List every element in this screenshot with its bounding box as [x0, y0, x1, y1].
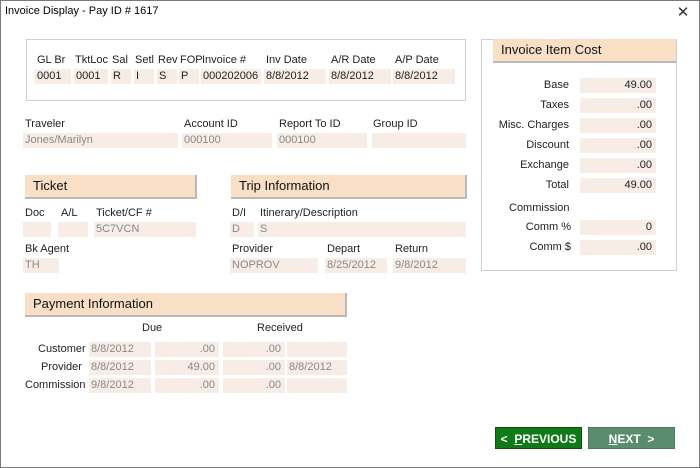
customer-row-label: Customer [38, 343, 86, 355]
return-label: Return [395, 243, 429, 255]
payment-info-header: Payment Information [25, 293, 347, 317]
commission-row-label: Commission [25, 379, 86, 391]
group-label: Group ID [373, 118, 418, 130]
gl-br-field: 0001 [35, 69, 71, 84]
due-label: Due [142, 322, 163, 334]
col-gl-br: GL Br [37, 54, 66, 66]
account-field: 000100 [182, 133, 272, 148]
account-label: Account ID [184, 118, 238, 130]
sal-field: R [111, 69, 131, 84]
col-inv-date: Inv Date [266, 54, 307, 66]
discount-label: Discount [526, 139, 569, 151]
traveler-field: Jones/Marilyn [23, 133, 178, 148]
customer-rec-date [287, 342, 347, 357]
comm-pct-label: Comm % [525, 221, 571, 233]
invoice-display-window: Invoice Display - Pay ID # 1617 ✕ GL Br … [0, 0, 700, 468]
ticket-cf-field: 5C7VCN [94, 222, 196, 237]
tktloc-field: 0001 [74, 69, 108, 84]
provider-rec-date: 8/8/2012 [287, 360, 347, 375]
provider-row-label: Provider [41, 361, 82, 373]
al-label: A/L [61, 207, 78, 219]
inv-date-field: 8/8/2012 [264, 69, 326, 84]
col-fop: FOP [180, 54, 203, 66]
report-to-field: 000100 [277, 133, 367, 148]
previous-arrow: < [500, 432, 508, 446]
col-tktloc: TktLoc [75, 54, 109, 66]
received-label: Received [257, 322, 303, 334]
doc-field [23, 222, 51, 237]
exchange-label: Exchange [520, 159, 569, 171]
next-accel: N [608, 432, 618, 446]
next-label: EXT [617, 432, 641, 446]
ticket-header: Ticket [25, 175, 197, 199]
ap-date-field: 8/8/2012 [393, 69, 455, 84]
provider-label: Provider [232, 243, 273, 255]
total-field: 49.00 [580, 178, 656, 193]
misc-charges-field: .00 [580, 118, 656, 133]
next-arrow: > [647, 432, 655, 446]
commission-due-date: 9/8/2012 [89, 378, 151, 393]
comm-pct-field: 0 [580, 220, 656, 235]
trip-info-header: Trip Information [231, 175, 467, 199]
col-ar-date: A/R Date [331, 54, 376, 66]
previous-label: REVIOUS [522, 432, 577, 446]
col-sal: Sal [112, 54, 128, 66]
total-label: Total [545, 179, 569, 191]
doc-label: Doc [25, 207, 45, 219]
discount-field: .00 [580, 138, 656, 153]
al-field [58, 222, 88, 237]
commission-due-amt: .00 [155, 378, 219, 393]
traveler-label: Traveler [25, 118, 65, 130]
provider-due-date: 8/8/2012 [89, 360, 151, 375]
ar-date-field: 8/8/2012 [329, 69, 391, 84]
provider-due-amt: 49.00 [155, 360, 219, 375]
invoice-item-cost-header: Invoice Item Cost [493, 39, 676, 63]
window-title: Invoice Display - Pay ID # 1617 [5, 5, 159, 17]
comm-amt-field: .00 [580, 240, 656, 255]
customer-rec-amt: .00 [223, 342, 285, 357]
depart-field: 8/25/2012 [325, 258, 387, 273]
comm-amt-label: Comm $ [529, 241, 571, 253]
col-rev: Rev [158, 54, 178, 66]
commission-rec-date [287, 378, 347, 393]
base-field: 49.00 [580, 78, 656, 93]
ticket-cf-label: Ticket/CF # [96, 207, 152, 219]
group-field [372, 133, 466, 148]
di-field: D [230, 222, 254, 237]
taxes-label: Taxes [540, 99, 569, 111]
misc-charges-label: Misc. Charges [498, 119, 569, 131]
depart-label: Depart [327, 243, 361, 255]
col-invoice: Invoice # [202, 54, 247, 66]
di-label: D/I [232, 207, 247, 219]
itinerary-label: Itinerary/Description [260, 207, 358, 219]
title-bar: Invoice Display - Pay ID # 1617 ✕ [1, 1, 699, 23]
itinerary-field: S [258, 222, 466, 237]
provider-field: NOPROV [230, 258, 318, 273]
rev-field: S [157, 69, 177, 84]
customer-due-amt: .00 [155, 342, 219, 357]
customer-due-date: 8/8/2012 [89, 342, 151, 357]
bk-agent-label: Bk Agent [25, 243, 70, 255]
taxes-field: .00 [580, 98, 656, 113]
return-field: 9/8/2012 [393, 258, 466, 273]
base-label: Base [543, 79, 569, 91]
col-setl: Setl [135, 54, 154, 66]
next-button[interactable]: NEXT > [588, 427, 675, 449]
report-to-label: Report To ID [279, 118, 341, 130]
invoice-field: 000202006 [201, 69, 261, 84]
provider-rec-amt: .00 [223, 360, 285, 375]
commission-label: Commission [509, 202, 570, 214]
close-icon[interactable]: ✕ [675, 3, 691, 21]
fop-field: P [179, 69, 199, 84]
exchange-field: .00 [580, 158, 656, 173]
col-ap-date: A/P Date [395, 54, 439, 66]
bk-agent-field: TH [23, 258, 59, 273]
setl-field: I [134, 69, 154, 84]
previous-button[interactable]: < PREVIOUS [495, 427, 582, 449]
commission-rec-amt: .00 [223, 378, 285, 393]
invoice-item-cost-box [481, 39, 677, 271]
